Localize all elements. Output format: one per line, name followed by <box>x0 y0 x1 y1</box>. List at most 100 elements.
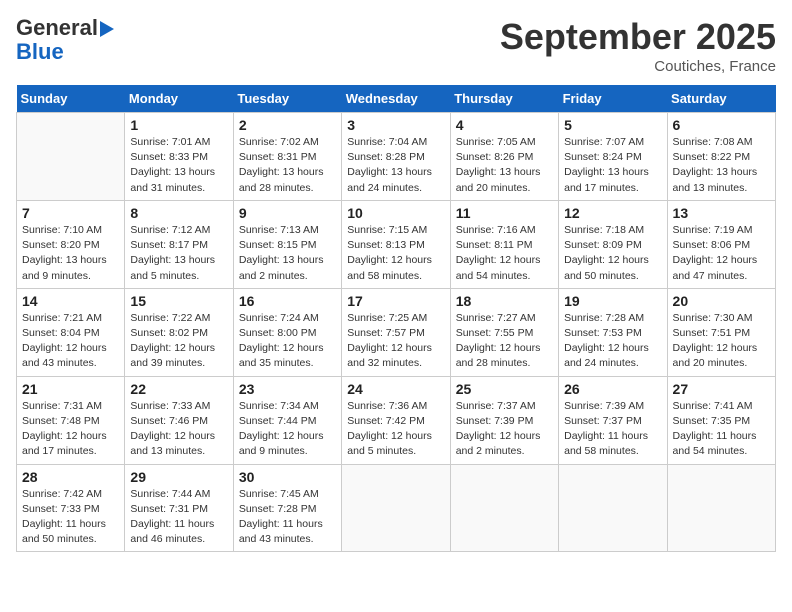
col-header-friday: Friday <box>559 85 667 113</box>
day-info: Sunrise: 7:25 AM Sunset: 7:57 PM Dayligh… <box>347 311 444 372</box>
week-row-1: 1 Sunrise: 7:01 AM Sunset: 8:33 PM Daylig… <box>17 113 776 201</box>
calendar-table: SundayMondayTuesdayWednesdayThursdayFrid… <box>16 85 776 552</box>
day-cell <box>342 464 450 552</box>
day-number: 8 <box>130 205 227 221</box>
day-cell <box>17 113 125 201</box>
day-cell: 1 Sunrise: 7:01 AM Sunset: 8:33 PM Daylig… <box>125 113 233 201</box>
logo-bottom: Blue <box>16 40 114 64</box>
day-cell: 16 Sunrise: 7:24 AM Sunset: 8:00 PM Dayli… <box>233 288 341 376</box>
day-info: Sunrise: 7:28 AM Sunset: 7:53 PM Dayligh… <box>564 311 661 372</box>
day-cell: 23 Sunrise: 7:34 AM Sunset: 7:44 PM Dayli… <box>233 376 341 464</box>
day-number: 12 <box>564 205 661 221</box>
day-cell: 3 Sunrise: 7:04 AM Sunset: 8:28 PM Daylig… <box>342 113 450 201</box>
day-number: 26 <box>564 381 661 397</box>
day-cell: 18 Sunrise: 7:27 AM Sunset: 7:55 PM Dayli… <box>450 288 558 376</box>
day-info: Sunrise: 7:01 AM Sunset: 8:33 PM Dayligh… <box>130 135 227 196</box>
day-cell: 21 Sunrise: 7:31 AM Sunset: 7:48 PM Dayli… <box>17 376 125 464</box>
day-number: 29 <box>130 469 227 485</box>
day-info: Sunrise: 7:08 AM Sunset: 8:22 PM Dayligh… <box>673 135 770 196</box>
day-cell: 22Sunrise: 7:33 AM Sunset: 7:46 PM Dayli… <box>125 376 233 464</box>
day-info: Sunrise: 7:42 AM Sunset: 7:33 PM Dayligh… <box>22 487 119 548</box>
day-cell: 19 Sunrise: 7:28 AM Sunset: 7:53 PM Dayli… <box>559 288 667 376</box>
day-cell: 26Sunrise: 7:39 AM Sunset: 7:37 PM Dayli… <box>559 376 667 464</box>
week-row-3: 14 Sunrise: 7:21 AM Sunset: 8:04 PM Dayli… <box>17 288 776 376</box>
day-cell: 11 Sunrise: 7:16 AM Sunset: 8:11 PM Dayli… <box>450 200 558 288</box>
day-cell: 15Sunrise: 7:22 AM Sunset: 8:02 PM Dayli… <box>125 288 233 376</box>
day-number: 27 <box>673 381 770 397</box>
day-info: Sunrise: 7:18 AM Sunset: 8:09 PM Dayligh… <box>564 223 661 284</box>
day-info: Sunrise: 7:34 AM Sunset: 7:44 PM Dayligh… <box>239 399 336 460</box>
day-info: Sunrise: 7:04 AM Sunset: 8:28 PM Dayligh… <box>347 135 444 196</box>
day-info: Sunrise: 7:31 AM Sunset: 7:48 PM Dayligh… <box>22 399 119 460</box>
day-cell: 6 Sunrise: 7:08 AM Sunset: 8:22 PM Daylig… <box>667 113 775 201</box>
week-row-5: 28 Sunrise: 7:42 AM Sunset: 7:33 PM Dayli… <box>17 464 776 552</box>
day-number: 9 <box>239 205 336 221</box>
day-cell: 8 Sunrise: 7:12 AM Sunset: 8:17 PM Daylig… <box>125 200 233 288</box>
location: Coutiches, France <box>500 58 776 75</box>
day-number: 22 <box>130 381 227 397</box>
day-info: Sunrise: 7:22 AM Sunset: 8:02 PM Dayligh… <box>130 311 227 372</box>
day-info: Sunrise: 7:37 AM Sunset: 7:39 PM Dayligh… <box>456 399 553 460</box>
day-info: Sunrise: 7:21 AM Sunset: 8:04 PM Dayligh… <box>22 311 119 372</box>
day-cell <box>559 464 667 552</box>
day-info: Sunrise: 7:19 AM Sunset: 8:06 PM Dayligh… <box>673 223 770 284</box>
day-info: Sunrise: 7:12 AM Sunset: 8:17 PM Dayligh… <box>130 223 227 284</box>
day-info: Sunrise: 7:41 AM Sunset: 7:35 PM Dayligh… <box>673 399 770 460</box>
day-cell: 27 Sunrise: 7:41 AM Sunset: 7:35 PM Dayli… <box>667 376 775 464</box>
day-number: 24 <box>347 381 444 397</box>
day-info: Sunrise: 7:16 AM Sunset: 8:11 PM Dayligh… <box>456 223 553 284</box>
day-cell: 25Sunrise: 7:37 AM Sunset: 7:39 PM Dayli… <box>450 376 558 464</box>
logo-top: General <box>16 16 114 40</box>
day-info: Sunrise: 7:24 AM Sunset: 8:00 PM Dayligh… <box>239 311 336 372</box>
day-number: 16 <box>239 293 336 309</box>
day-number: 21 <box>22 381 119 397</box>
logo: General Blue <box>16 16 114 64</box>
logo-blue: Blue <box>16 39 64 64</box>
day-number: 28 <box>22 469 119 485</box>
day-number: 4 <box>456 117 553 133</box>
day-number: 5 <box>564 117 661 133</box>
day-cell: 5 Sunrise: 7:07 AM Sunset: 8:24 PM Daylig… <box>559 113 667 201</box>
day-cell: 4 Sunrise: 7:05 AM Sunset: 8:26 PM Daylig… <box>450 113 558 201</box>
day-number: 14 <box>22 293 119 309</box>
day-number: 20 <box>673 293 770 309</box>
day-number: 23 <box>239 381 336 397</box>
day-number: 18 <box>456 293 553 309</box>
header-row: SundayMondayTuesdayWednesdayThursdayFrid… <box>17 85 776 113</box>
week-row-2: 7Sunrise: 7:10 AM Sunset: 8:20 PM Daylig… <box>17 200 776 288</box>
day-info: Sunrise: 7:05 AM Sunset: 8:26 PM Dayligh… <box>456 135 553 196</box>
col-header-monday: Monday <box>125 85 233 113</box>
day-number: 6 <box>673 117 770 133</box>
day-cell: 2Sunrise: 7:02 AM Sunset: 8:31 PM Daylig… <box>233 113 341 201</box>
day-info: Sunrise: 7:13 AM Sunset: 8:15 PM Dayligh… <box>239 223 336 284</box>
day-cell: 7Sunrise: 7:10 AM Sunset: 8:20 PM Daylig… <box>17 200 125 288</box>
day-number: 3 <box>347 117 444 133</box>
day-info: Sunrise: 7:45 AM Sunset: 7:28 PM Dayligh… <box>239 487 336 548</box>
day-info: Sunrise: 7:02 AM Sunset: 8:31 PM Dayligh… <box>239 135 336 196</box>
day-info: Sunrise: 7:44 AM Sunset: 7:31 PM Dayligh… <box>130 487 227 548</box>
day-cell: 13 Sunrise: 7:19 AM Sunset: 8:06 PM Dayli… <box>667 200 775 288</box>
day-number: 11 <box>456 205 553 221</box>
day-cell: 29 Sunrise: 7:44 AM Sunset: 7:31 PM Dayli… <box>125 464 233 552</box>
day-info: Sunrise: 7:36 AM Sunset: 7:42 PM Dayligh… <box>347 399 444 460</box>
day-cell: 24 Sunrise: 7:36 AM Sunset: 7:42 PM Dayli… <box>342 376 450 464</box>
logo-general: General <box>16 15 98 40</box>
col-header-wednesday: Wednesday <box>342 85 450 113</box>
day-cell <box>667 464 775 552</box>
col-header-saturday: Saturday <box>667 85 775 113</box>
logo-arrow-icon <box>100 21 114 37</box>
day-number: 30 <box>239 469 336 485</box>
day-number: 10 <box>347 205 444 221</box>
day-info: Sunrise: 7:07 AM Sunset: 8:24 PM Dayligh… <box>564 135 661 196</box>
day-info: Sunrise: 7:27 AM Sunset: 7:55 PM Dayligh… <box>456 311 553 372</box>
day-number: 1 <box>130 117 227 133</box>
day-cell: 30 Sunrise: 7:45 AM Sunset: 7:28 PM Dayli… <box>233 464 341 552</box>
day-number: 19 <box>564 293 661 309</box>
day-number: 13 <box>673 205 770 221</box>
day-cell: 9 Sunrise: 7:13 AM Sunset: 8:15 PM Daylig… <box>233 200 341 288</box>
day-number: 17 <box>347 293 444 309</box>
col-header-sunday: Sunday <box>17 85 125 113</box>
day-info: Sunrise: 7:10 AM Sunset: 8:20 PM Dayligh… <box>22 223 119 284</box>
day-cell <box>450 464 558 552</box>
day-info: Sunrise: 7:30 AM Sunset: 7:51 PM Dayligh… <box>673 311 770 372</box>
